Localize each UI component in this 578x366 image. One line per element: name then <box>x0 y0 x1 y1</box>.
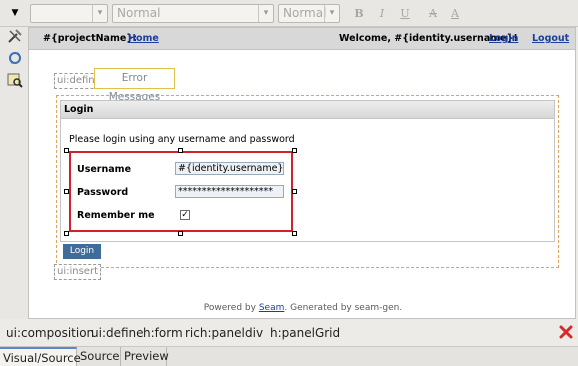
visual-editor-canvas[interactable]: #{projectName}: Home Welcome, #{identity… <box>28 27 576 319</box>
username-field[interactable]: #{identity.username} <box>175 162 284 175</box>
resize-handle[interactable] <box>178 148 183 153</box>
left-palette <box>0 27 28 319</box>
underline-button[interactable]: U <box>396 5 414 22</box>
password-field[interactable]: ******************** <box>175 185 284 198</box>
chevron-down-icon: ▾ <box>258 5 273 22</box>
font-color-icon: A <box>451 7 459 20</box>
tab-preview[interactable]: Preview <box>121 347 169 366</box>
style-combo[interactable]: ▾ <box>30 4 108 23</box>
login-button[interactable]: Login <box>63 244 101 259</box>
crumb-h-form[interactable]: h:form <box>143 326 183 340</box>
resize-handle[interactable] <box>292 148 297 153</box>
panel-intro-text: Please login using any username and pass… <box>69 134 295 145</box>
toolbar-menu-dropdown[interactable]: ▼ <box>6 6 24 20</box>
crumb-rich-panel[interactable]: rich:panel <box>185 326 245 340</box>
resize-handle[interactable] <box>178 231 183 236</box>
close-icon[interactable] <box>559 325 573 339</box>
size-combo[interactable]: Normal ▾ <box>278 4 340 23</box>
page-footer: Powered by Seam. Generated by seam-gen. <box>29 303 575 313</box>
footer-prefix: Powered by <box>203 303 259 313</box>
font-color-button[interactable]: A <box>446 5 464 22</box>
remember-me-checkbox[interactable]: ✓ <box>180 210 190 220</box>
home-link[interactable]: Home <box>128 33 159 44</box>
resize-handle[interactable] <box>292 231 297 236</box>
crumb-ui-composition[interactable]: ui:composition <box>6 326 94 340</box>
size-combo-value: Normal <box>283 6 327 20</box>
tools-icon[interactable] <box>7 28 23 44</box>
password-label: Password <box>77 187 129 198</box>
logout-link[interactable]: Logout <box>532 33 569 44</box>
chevron-down-icon: ▾ <box>324 5 339 22</box>
breadcrumb: ui:composition ui:define h:form rich:pan… <box>0 320 578 346</box>
login-link[interactable]: Login <box>489 33 518 44</box>
resize-handle[interactable] <box>64 148 69 153</box>
italic-button[interactable]: I <box>373 5 391 22</box>
preview-icon[interactable] <box>7 72 23 88</box>
seam-link[interactable]: Seam <box>259 303 285 313</box>
highlight-button[interactable]: A <box>424 5 442 22</box>
ui-insert-tag[interactable]: ui:insert <box>54 264 101 280</box>
checkmark-icon: ✓ <box>181 210 189 220</box>
bold-button[interactable]: B <box>350 5 368 22</box>
error-messages-box[interactable]: Error Messages <box>94 68 175 103</box>
resize-handle[interactable] <box>64 231 69 236</box>
resize-handle[interactable] <box>64 189 69 194</box>
project-name: #{projectName}: <box>43 33 137 44</box>
panel-title: Login <box>61 101 554 119</box>
resize-handle[interactable] <box>292 189 297 194</box>
remember-me-label: Remember me <box>77 210 155 221</box>
footer-suffix: . Generated by seam-gen. <box>284 303 403 313</box>
format-combo[interactable]: Normal ▾ <box>112 4 274 23</box>
editor-toolbar: ▼ ▾ Normal ▾ Normal ▾ B I U A A <box>0 0 578 27</box>
crumb-ui-define[interactable]: ui:define <box>91 326 144 340</box>
highlight-pen-icon: A <box>429 7 437 20</box>
page-header: #{projectName}: Home Welcome, #{identity… <box>29 28 575 50</box>
crumb-h-panelgrid[interactable]: h:panelGrid <box>270 326 340 340</box>
crumb-div[interactable]: div <box>245 326 263 340</box>
tab-visual-source[interactable]: Visual/Source <box>0 347 81 366</box>
tab-source[interactable]: Source <box>77 347 121 366</box>
chevron-down-icon: ▾ <box>92 5 107 22</box>
username-label: Username <box>77 164 132 175</box>
editor-tabs: Visual/Source Source Preview <box>0 346 578 366</box>
format-combo-value: Normal <box>117 6 161 20</box>
sync-icon[interactable] <box>7 50 23 66</box>
